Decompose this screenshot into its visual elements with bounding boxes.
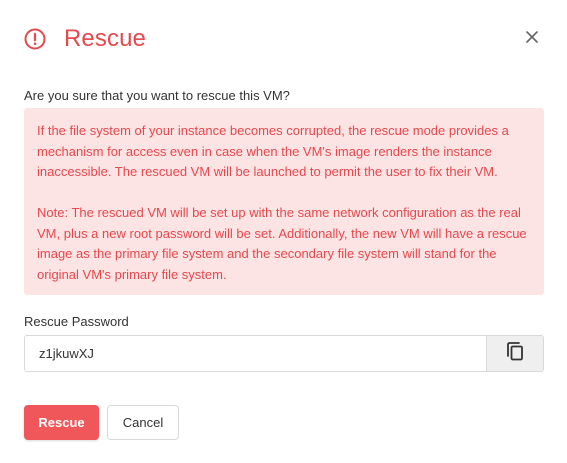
alert-circle-icon [24,28,46,50]
cancel-button[interactable]: Cancel [107,405,179,440]
close-button[interactable] [521,28,543,50]
warning-paragraph-1: If the file system of your instance beco… [37,123,509,179]
copy-password-button[interactable] [486,336,543,371]
rescue-dialog: Rescue Are you sure that you want to res… [0,0,567,463]
copy-icon [504,340,526,367]
rescue-button[interactable]: Rescue [24,405,99,440]
dialog-header: Rescue [24,24,146,54]
warning-paragraph-2: Note: The rescued VM will be set up with… [37,205,527,282]
close-icon [525,30,539,49]
dialog-title: Rescue [64,25,146,52]
rescue-password-input[interactable] [25,336,486,371]
warning-box: If the file system of your instance beco… [24,108,544,295]
rescue-password-group [24,335,544,372]
rescue-password-label: Rescue Password [24,314,129,329]
confirmation-question: Are you sure that you want to rescue thi… [24,88,290,103]
